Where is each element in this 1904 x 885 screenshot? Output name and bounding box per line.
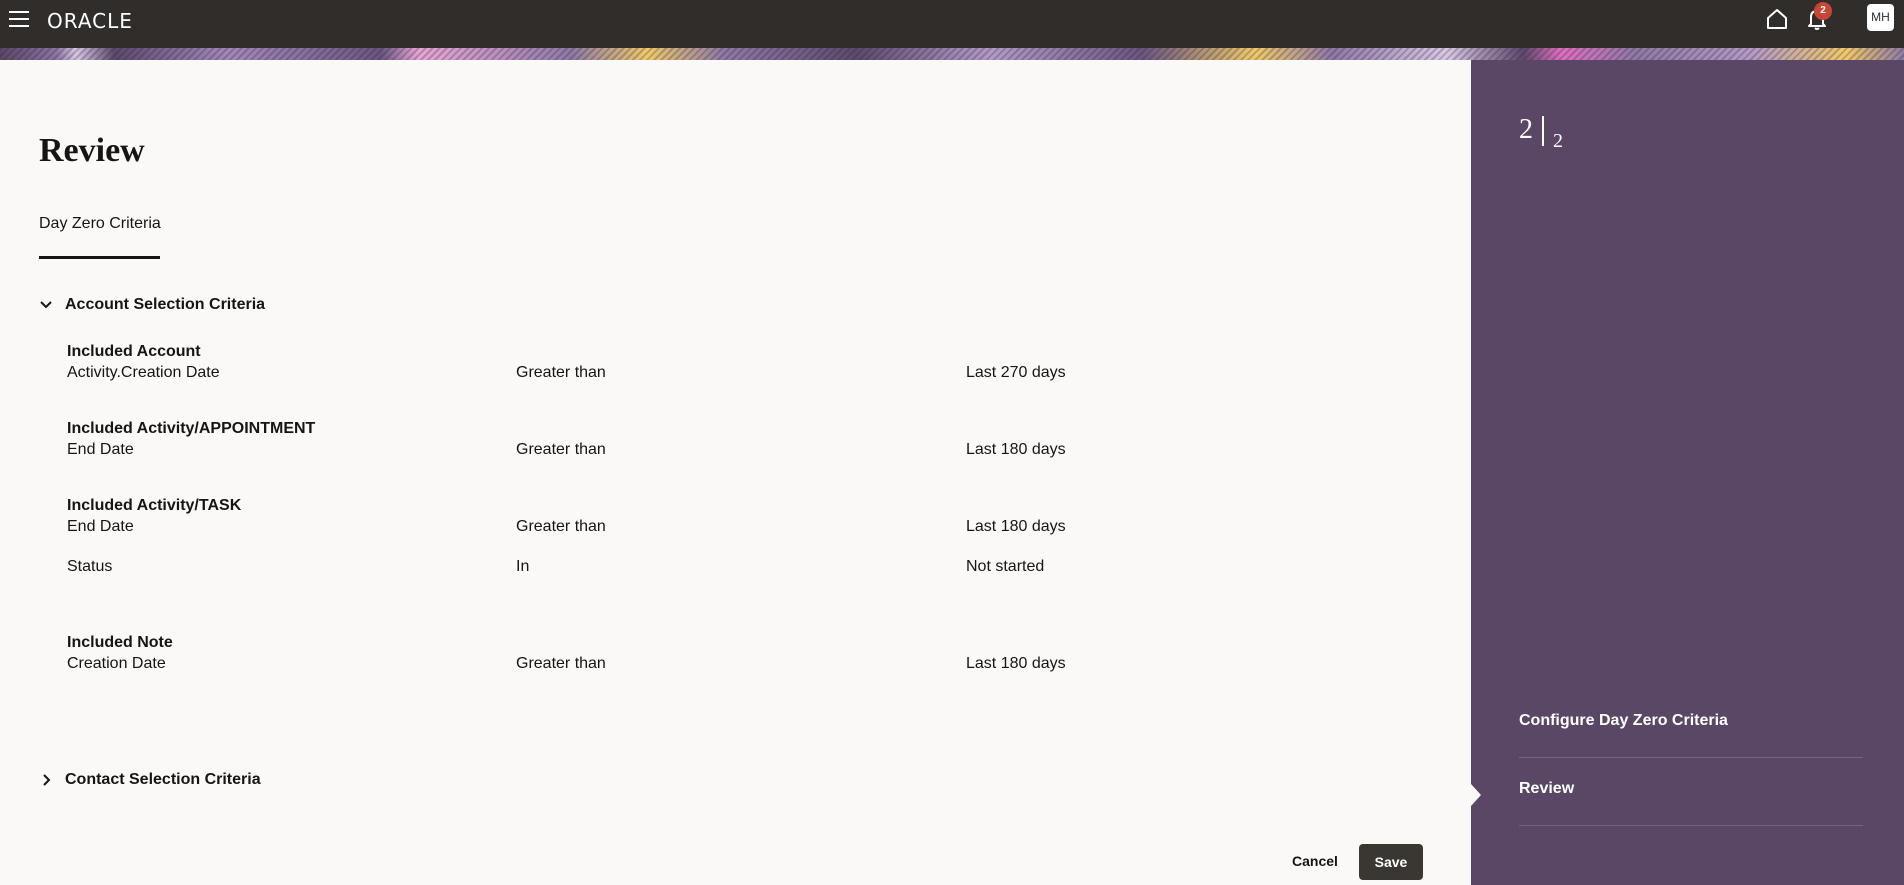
save-button[interactable]: Save bbox=[1359, 844, 1423, 880]
criteria-value: Last 180 days bbox=[966, 518, 1066, 535]
group-title: Included Note bbox=[67, 634, 173, 651]
tab-day-zero-criteria[interactable]: Day Zero Criteria bbox=[39, 215, 161, 233]
section-title: Contact Selection Criteria bbox=[65, 771, 261, 788]
criteria-operator: Greater than bbox=[516, 364, 606, 381]
tab-selected-indicator bbox=[39, 256, 160, 259]
criteria-value: Last 270 days bbox=[966, 364, 1066, 381]
total-steps: 2 bbox=[1553, 130, 1563, 152]
step-divider bbox=[1542, 116, 1544, 146]
criteria-field: End Date bbox=[67, 441, 134, 458]
train-panel: 2 2 Configure Day Zero Criteria Review bbox=[1471, 60, 1904, 885]
criteria-value: Not started bbox=[966, 558, 1045, 575]
page-title: Review bbox=[39, 132, 145, 169]
chevron-right-icon bbox=[43, 774, 51, 786]
train-step-label: Configure Day Zero Criteria bbox=[1519, 712, 1728, 729]
user-avatar[interactable]: MH bbox=[1867, 4, 1894, 31]
group-title: Included Activity/TASK bbox=[67, 497, 242, 514]
criteria-value: Last 180 days bbox=[966, 441, 1066, 458]
hamburger-icon[interactable] bbox=[9, 11, 29, 27]
step-counter: 2 2 bbox=[1519, 116, 1563, 153]
group-title: Included Activity/APPOINTMENT bbox=[67, 420, 316, 437]
section-title: Account Selection Criteria bbox=[65, 296, 266, 313]
home-icon[interactable] bbox=[1765, 8, 1789, 30]
main-content: Review Day Zero Criteria Account Selecti… bbox=[0, 60, 1471, 885]
criteria-field: End Date bbox=[67, 518, 134, 535]
train-step-review[interactable]: Review bbox=[1519, 758, 1863, 826]
train-step-label: Review bbox=[1519, 780, 1575, 797]
current-step-indicator-icon bbox=[1471, 784, 1481, 806]
criteria-field: Creation Date bbox=[67, 655, 166, 672]
decorative-banner bbox=[0, 48, 1904, 60]
criteria-operator: Greater than bbox=[516, 441, 606, 458]
section-header-account-selection[interactable]: Account Selection Criteria bbox=[39, 296, 265, 314]
criteria-operator: Greater than bbox=[516, 655, 606, 672]
oracle-logo[interactable]: ORACLE bbox=[47, 9, 133, 33]
group-title: Included Account bbox=[67, 343, 201, 360]
global-header: ORACLE 2 MH bbox=[0, 0, 1904, 48]
criteria-value: Last 180 days bbox=[966, 655, 1066, 672]
current-step: 2 bbox=[1519, 114, 1533, 145]
notification-badge: 2 bbox=[1814, 2, 1832, 20]
train-step-configure[interactable]: Configure Day Zero Criteria bbox=[1519, 690, 1863, 758]
criteria-operator: Greater than bbox=[516, 518, 606, 535]
criteria-operator: In bbox=[516, 558, 530, 575]
chevron-down-icon bbox=[40, 301, 52, 309]
cancel-button[interactable]: Cancel bbox=[1280, 844, 1350, 878]
criteria-field: Activity.Creation Date bbox=[67, 364, 220, 381]
criteria-field: Status bbox=[67, 558, 113, 575]
section-header-contact-selection[interactable]: Contact Selection Criteria bbox=[39, 771, 261, 789]
